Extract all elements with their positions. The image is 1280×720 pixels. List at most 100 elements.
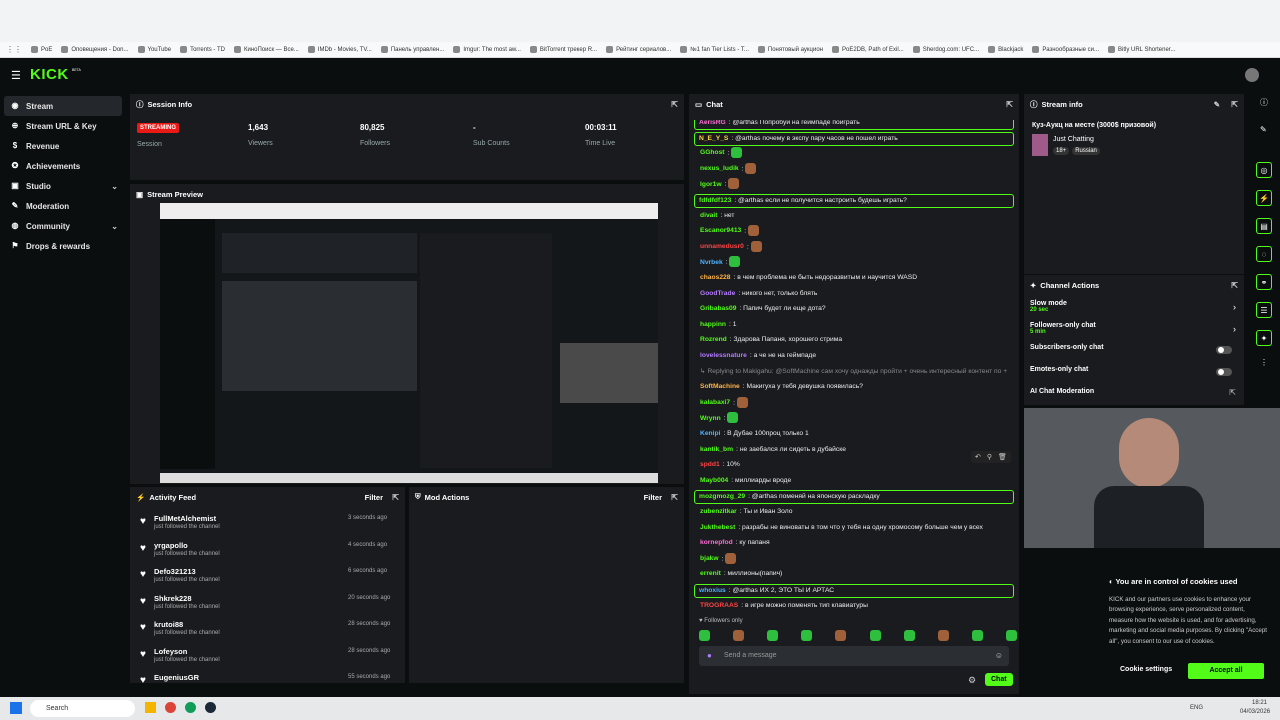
reply-icon[interactable]: ↶ [975, 453, 981, 461]
explorer-icon[interactable] [145, 702, 156, 713]
sidebar-item-drops-rewards[interactable]: ⚑ Drops & rewards [0, 236, 130, 256]
chat-message[interactable]: divait: нет [696, 210, 1014, 222]
link-icon[interactable]: ⚭ [1256, 274, 1272, 290]
emoji-icon[interactable]: ☺ [995, 651, 1003, 660]
chat-username[interactable]: kantik_bm [700, 446, 733, 453]
bookmark-item[interactable]: Bitly URL Shortener... [1108, 46, 1175, 53]
chat-username[interactable]: AerisRG [699, 120, 726, 126]
chat-message[interactable]: fdfdfdf123: @arthas если не получится на… [694, 194, 1014, 208]
chat-username[interactable]: Jukthebest [700, 524, 735, 531]
activity-item[interactable]: ♥ EugeniusGR 55 seconds ago [140, 672, 400, 683]
target-icon[interactable]: ◎ [1256, 162, 1272, 178]
chat-username[interactable]: Mayb004 [700, 477, 728, 484]
chat-username[interactable]: whoxius [699, 587, 726, 594]
popout-icon[interactable]: ⇱ [1231, 100, 1238, 109]
chat-message[interactable]: TROGRAAS: в игре можно поменять тип клав… [696, 600, 1014, 610]
chat-message[interactable]: kornepfod: ку папаня [696, 537, 1014, 549]
chat-username[interactable]: SoftMachine [700, 383, 740, 390]
chat-username[interactable]: divait [700, 212, 717, 219]
clock-time[interactable]: 18:21 [1252, 700, 1267, 706]
channel-action-followers-only-chat[interactable]: Followers-only chat 5 min › [1030, 322, 1240, 340]
chat-username[interactable]: GGhost [700, 149, 725, 156]
chat-username[interactable]: unnamedusr0 [700, 243, 744, 250]
bookmark-item[interactable]: Torrents - TD [180, 46, 225, 53]
emote-icon[interactable] [869, 630, 881, 641]
chat-message[interactable]: Nvrbek: [696, 256, 1014, 268]
chat-username[interactable]: zubenzitkar [700, 508, 737, 515]
info-icon[interactable]: ⓘ [1260, 97, 1268, 108]
chat-message[interactable]: AerisRG: @arthas Попробуй на геймпаде по… [694, 120, 1014, 130]
emote-icon[interactable] [971, 630, 983, 641]
chat-username[interactable]: nexus_ludik [700, 165, 739, 172]
emote-icon[interactable] [767, 630, 779, 641]
chat-message[interactable]: Escanor9413: [696, 225, 1014, 237]
activity-username[interactable]: Defo321213 [154, 567, 196, 576]
bookmark-item[interactable]: Blackjack [988, 46, 1023, 53]
stream-preview-video[interactable] [160, 203, 658, 483]
chat-username[interactable]: spdd1 [700, 461, 720, 468]
channel-action-ai-chat-moderation[interactable]: AI Chat Moderation ⇱ [1030, 388, 1240, 406]
popout-icon[interactable]: ⇱ [1006, 100, 1013, 109]
pencil-icon[interactable]: ✎ [1260, 125, 1267, 134]
chat-username[interactable]: errenit [700, 570, 721, 577]
mic-icon[interactable]: ● [707, 651, 712, 660]
channel-action-slow-mode[interactable]: Slow mode 20 sec › [1030, 300, 1240, 318]
activity-username[interactable]: Lofeyson [154, 647, 187, 656]
chat-username[interactable]: Gribabas09 [700, 305, 736, 312]
kick-logo[interactable]: KICK [30, 66, 69, 83]
menu-icon[interactable]: ☰ [11, 69, 21, 82]
language-indicator[interactable]: ENG [1190, 705, 1203, 711]
activity-username[interactable]: Shkrek228 [154, 594, 192, 603]
bookmark-item[interactable]: Оповещения - Don... [61, 46, 129, 53]
cookie-settings-button[interactable]: Cookie settings [1120, 666, 1172, 673]
chat-username[interactable]: bjakw [700, 555, 719, 562]
chevron-down-icon[interactable]: ⌄ [111, 222, 118, 231]
chat-username[interactable]: Wrynn [700, 415, 721, 422]
bookmark-item[interactable]: IMDb - Movies, TV... [307, 46, 372, 53]
chat-send-button[interactable]: Chat [985, 673, 1013, 686]
chat-username[interactable]: GoodTrade [700, 290, 735, 297]
windows-start-icon[interactable] [10, 702, 22, 714]
chat-username[interactable]: fdfdfdf123 [699, 197, 731, 204]
chevron-right-icon[interactable]: › [1233, 302, 1236, 312]
bookmark-item[interactable]: PoE [31, 46, 52, 53]
channel-action-subscribers-only-chat[interactable]: Subscribers-only chat [1030, 344, 1240, 362]
chat-message[interactable]: ↳ Replying to Makigahu: @SoftMachine сам… [696, 366, 1014, 378]
channel-action-emotes-only-chat[interactable]: Emotes-only chat [1030, 366, 1240, 384]
accept-all-button[interactable]: Accept all [1188, 663, 1264, 679]
pin-icon[interactable]: ⚲ [987, 453, 992, 461]
chat-message[interactable]: Igor1w: [696, 178, 1014, 190]
list-icon[interactable]: ☰ [1256, 302, 1272, 318]
activity-username[interactable]: krutoi88 [154, 620, 183, 629]
clock-date[interactable]: 04/03/2026 [1240, 709, 1270, 715]
toggle-switch[interactable] [1216, 368, 1232, 376]
chat-message[interactable]: zubenzitkar: Ты и Иван Золо [696, 506, 1014, 518]
emote-icon[interactable] [733, 630, 745, 641]
emote-icon[interactable] [801, 630, 813, 641]
apps-icon[interactable]: ⋮⋮ [6, 45, 22, 54]
bookmark-item[interactable]: Разнообразные си... [1032, 46, 1099, 53]
bookmark-item[interactable]: Sherdog.com: UFC... [912, 46, 979, 53]
chat-message[interactable]: GoodTrade: никого нет, только блять [696, 288, 1014, 300]
chat-message[interactable]: nexus_ludik: [696, 162, 1014, 175]
chat-username[interactable]: Kenipi [700, 430, 720, 437]
activity-item[interactable]: ♥ yrgapollo just followed the channel 4 sec… [140, 540, 400, 566]
chat-username[interactable]: kornepfod [700, 539, 733, 546]
bookmark-item[interactable]: Понятовый аукцион [757, 46, 823, 53]
chat-username[interactable]: TROGRAAS [700, 602, 738, 609]
emote-icon[interactable] [835, 630, 847, 641]
sidebar-item-achievements[interactable]: ✪ Achievements [0, 156, 130, 176]
chevron-right-icon[interactable]: › [1233, 324, 1236, 334]
sidebar-item-community[interactable]: ◍ Community ⌄ [0, 216, 130, 236]
chat-message[interactable]: N_E_Y_S: @arthas почему в экспу пару час… [694, 131, 1014, 146]
sidebar-item-stream[interactable]: ◉ Stream [4, 96, 122, 116]
bookmark-item[interactable]: Панель управлен... [380, 46, 444, 53]
chat-username[interactable]: Igor1w [700, 181, 722, 188]
note-icon[interactable]: ▤ [1256, 218, 1272, 234]
chat-username[interactable]: Escanor9413 [700, 227, 741, 234]
popout-icon[interactable]: ⇱ [1231, 281, 1238, 290]
activity-username[interactable]: FullMetAlchemist [154, 514, 216, 523]
toggle-switch[interactable] [1216, 346, 1232, 354]
chat-message[interactable]: Wrynn: [696, 412, 1014, 424]
chat-username[interactable]: kalabaxi7 [700, 399, 730, 406]
